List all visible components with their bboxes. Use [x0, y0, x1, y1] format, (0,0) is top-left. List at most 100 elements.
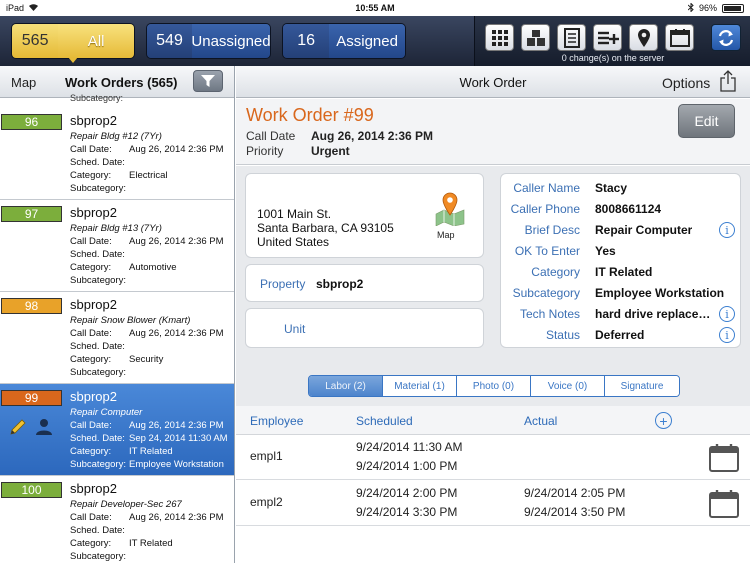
subcategory-row: Subcategory:	[70, 275, 126, 286]
detail-nav-bar: Work Order Options	[236, 66, 750, 98]
call-date-row: Call Date: Aug 26, 2014 2:36 PM	[70, 144, 224, 155]
call-date-label: Call Date:	[70, 144, 112, 155]
info-icon[interactable]: i	[719, 327, 735, 343]
work-order-number-badge: 98	[1, 298, 62, 314]
work-order-item-96[interactable]: 96 sbprop2 Repair Bldg #12 (7Yr) Call Da…	[0, 108, 234, 200]
subcategory-row: Subcategory: Employee Workstation	[70, 459, 224, 470]
category-row: Category: Electrical	[70, 170, 168, 181]
work-order-desc: Repair Computer	[70, 407, 143, 418]
segment-assigned-label: Assigned	[329, 24, 405, 58]
sync-button[interactable]	[711, 24, 741, 51]
info-row-brief-desc: Brief Desc Repair Computer i	[501, 220, 742, 240]
tab-labor[interactable]: Labor (2)	[309, 376, 383, 396]
subcategory-row: Subcategory:	[70, 367, 126, 378]
work-order-desc: Repair Developer-Sec 267	[70, 499, 182, 510]
info-label: Caller Phone	[510, 202, 580, 216]
call-date-value: Aug 26, 2014 2:36 PM	[129, 512, 224, 523]
call-date-label: Call Date:	[70, 328, 112, 339]
category-row: Category: Security	[70, 354, 163, 365]
list-button[interactable]	[557, 24, 586, 51]
tab-signature[interactable]: Signature	[605, 376, 679, 396]
sched-date-label: Sched. Date:	[70, 341, 125, 352]
detail-area: 1001 Main St. Santa Barbara, CA 93105 Un…	[236, 166, 750, 419]
actual-header: Actual	[524, 414, 558, 428]
category-label: Category:	[70, 170, 112, 181]
sched-date-value: Sep 24, 2014 11:30 AM	[129, 433, 228, 444]
employee-header: Employee	[250, 414, 304, 428]
labor-row[interactable]: empl2 9/24/2014 2:00 PM 9/24/2014 3:30 P…	[236, 481, 750, 526]
detail-tabs: Labor (2) Material (1) Photo (0) Voice (…	[308, 375, 680, 397]
segment-unassigned-count: 549	[147, 24, 192, 58]
info-label: OK To Enter	[514, 244, 580, 258]
info-label: Subcategory	[512, 286, 580, 300]
work-order-list-panel: Map Work Orders (565) Subcategory: 96 sb…	[0, 66, 235, 563]
share-button[interactable]	[720, 70, 736, 95]
info-icon[interactable]: i	[719, 306, 735, 322]
work-order-item-97[interactable]: 97 sbprop2 Repair Bldg #13 (7Yr) Call Da…	[0, 200, 234, 292]
work-order-property: sbprop2	[70, 481, 117, 496]
inventory-button[interactable]	[521, 24, 550, 51]
location-button[interactable]	[629, 24, 658, 51]
call-date-value: Aug 26, 2014 2:36 PM	[129, 328, 224, 339]
add-labor-button[interactable]: +	[655, 412, 672, 429]
segment-unassigned[interactable]: 549 Unassigned	[146, 23, 271, 59]
share-icon	[720, 70, 736, 92]
info-value: Repair Computer	[595, 223, 693, 237]
unit-card[interactable]: Unit	[245, 308, 484, 348]
info-label: Tech Notes	[519, 307, 580, 321]
tab-photo[interactable]: Photo (0)	[457, 376, 531, 396]
boxes-icon	[526, 29, 545, 46]
work-order-number-badge: 97	[1, 206, 62, 222]
labor-actual-start: 9/24/2014 2:05 PM	[524, 486, 626, 500]
subcategory-row: Subcategory:	[70, 183, 126, 194]
options-button[interactable]: Options	[662, 75, 710, 91]
edit-button[interactable]: Edit	[678, 104, 735, 138]
labor-sched-end: 9/24/2014 1:00 PM	[356, 459, 458, 473]
call-date-label: Call Date:	[70, 236, 112, 247]
labor-employee: empl2	[250, 495, 283, 509]
work-order-desc: Repair Snow Blower (Kmart)	[70, 315, 191, 326]
work-order-item-98[interactable]: 98 sbprop2 Repair Snow Blower (Kmart) Ca…	[0, 292, 234, 384]
property-card[interactable]: Property sbprop2	[245, 264, 484, 302]
category-value: Security	[129, 354, 164, 365]
map-button[interactable]: Map	[11, 75, 36, 90]
subcategory-value: Employee Workstation	[129, 459, 224, 470]
address-line3: United States	[257, 235, 330, 249]
person-icon	[35, 418, 53, 439]
calendar-icon[interactable]	[709, 489, 739, 521]
property-value: sbprop2	[316, 277, 364, 291]
work-order-property: sbprop2	[70, 297, 117, 312]
unit-label: Unit	[284, 322, 306, 336]
call-date-label: Call Date:	[70, 420, 112, 431]
category-value: IT Related	[129, 538, 173, 549]
tab-material[interactable]: Material (1)	[383, 376, 457, 396]
segment-assigned[interactable]: 16 Assigned	[282, 23, 406, 59]
subcategory-label: Subcategory:	[70, 183, 126, 194]
work-order-detail-panel: Work Order Options Work Order #99 Call D…	[236, 66, 750, 563]
info-value: Deferred	[595, 328, 645, 342]
calendar-icon[interactable]	[709, 443, 739, 475]
segment-pointer	[68, 57, 78, 63]
property-label: Property	[260, 277, 306, 291]
filter-button[interactable]	[193, 70, 223, 92]
info-value: IT Related	[595, 265, 653, 279]
priority-label: Priority	[246, 144, 284, 158]
labor-row[interactable]: empl1 9/24/2014 11:30 AM 9/24/2014 1:00 …	[236, 435, 750, 480]
category-label: Category:	[70, 262, 112, 273]
calendar-button[interactable]	[665, 24, 694, 51]
segment-unassigned-label: Unassigned	[191, 24, 270, 58]
grid-button[interactable]	[485, 24, 514, 51]
address-card[interactable]: 1001 Main St. Santa Barbara, CA 93105 Un…	[245, 173, 484, 258]
category-value: Electrical	[129, 170, 168, 181]
labor-employee: empl1	[250, 449, 283, 463]
sched-date-label: Sched. Date:	[70, 433, 125, 444]
subcategory-label: Subcategory:	[70, 551, 126, 562]
info-icon[interactable]: i	[719, 222, 735, 238]
map-icon[interactable]	[434, 192, 466, 226]
work-order-item-100[interactable]: 100 sbprop2 Repair Developer-Sec 267 Cal…	[0, 476, 234, 563]
sched-date-label: Sched. Date:	[70, 525, 125, 536]
work-order-item-99[interactable]: 99 sbprop2 Repair Computer Call Date: Aug…	[0, 384, 234, 476]
segment-all[interactable]: 565 All	[11, 23, 135, 59]
new-work-order-button[interactable]	[593, 24, 622, 51]
tab-voice[interactable]: Voice (0)	[531, 376, 605, 396]
